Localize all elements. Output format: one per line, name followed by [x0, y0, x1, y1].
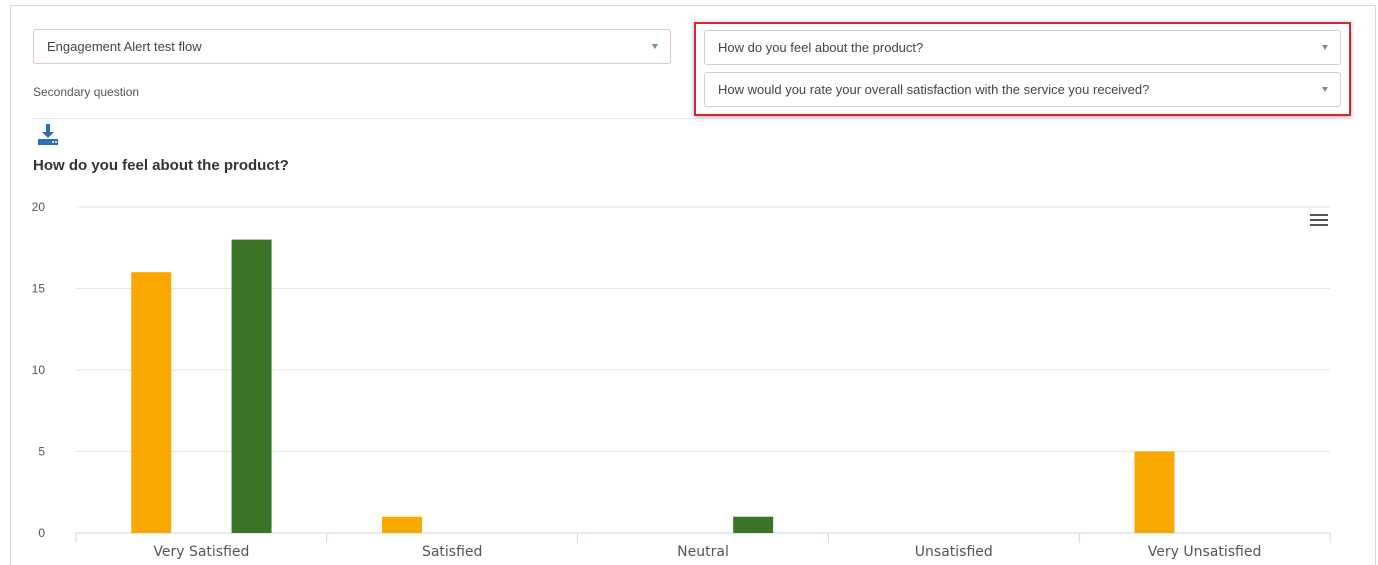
y-tick-label: 10: [32, 363, 46, 377]
bar: [733, 516, 774, 533]
y-tick-label: 20: [32, 200, 46, 214]
bar: [131, 272, 172, 533]
y-tick-label: 0: [38, 526, 45, 540]
x-category-label: Satisfied: [422, 544, 482, 560]
y-tick-label: 5: [38, 445, 45, 459]
x-category-label: Unsatisfied: [915, 544, 993, 560]
x-category-label: Very Unsatisfied: [1148, 544, 1262, 560]
bar-chart: 0 5 10 15 20 Very Satisfied Satisfied Neutral Un…: [32, 200, 1331, 560]
bar: [382, 516, 423, 533]
x-category-label: Very Satisfied: [153, 544, 249, 560]
bar: [231, 239, 272, 533]
bar: [1134, 451, 1175, 533]
x-category-label: Neutral: [677, 544, 729, 560]
y-tick-label: 15: [32, 282, 46, 296]
